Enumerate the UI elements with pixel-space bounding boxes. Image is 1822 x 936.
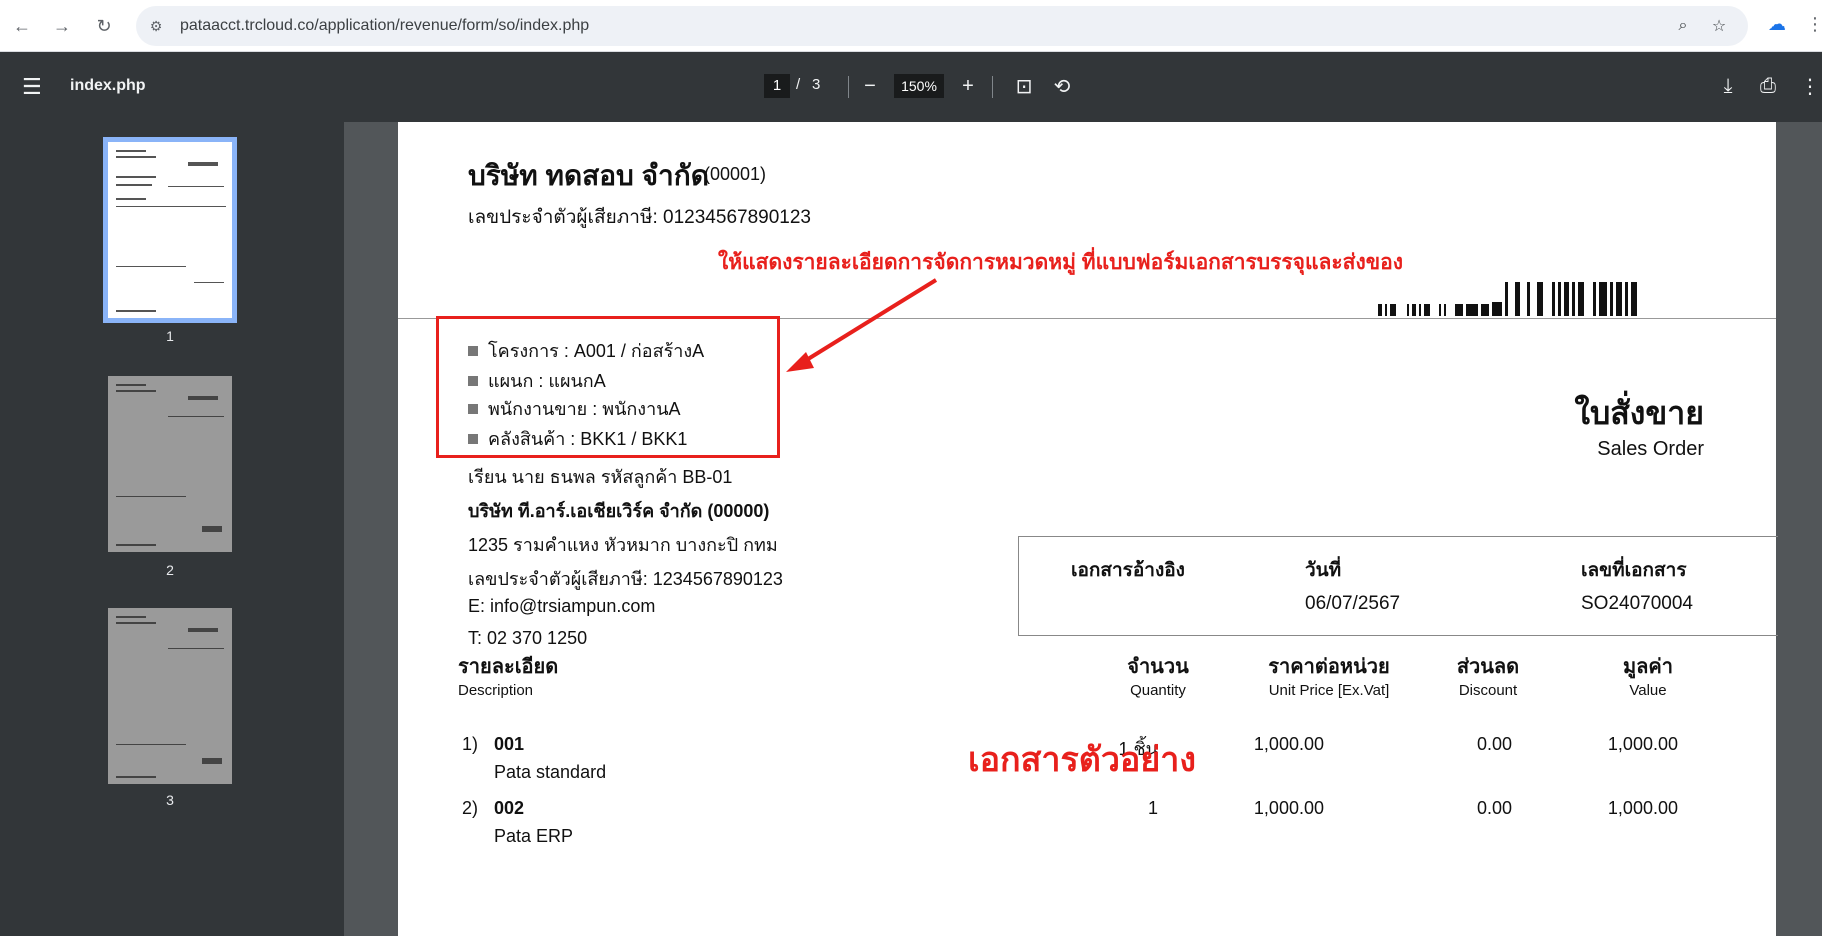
rotate-icon: ⟲ bbox=[1053, 75, 1071, 98]
customer-email: E: info@trsiampun.com bbox=[468, 596, 656, 616]
reference-label: เอกสารอ้างอิง bbox=[1071, 560, 1185, 581]
customer-company: บริษัท ที.อาร์.เอเชียเวิร์ค จำกัด (00000… bbox=[468, 501, 770, 521]
company-tax-id: เลขประจำตัวผู้เสียภาษี: 01234567890123 bbox=[468, 207, 811, 228]
item-name: Pata ERP bbox=[494, 826, 574, 846]
page-thumbnail-2[interactable] bbox=[108, 376, 232, 552]
site-info-icon[interactable]: ⚙ bbox=[146, 16, 166, 36]
company-code: (00001) bbox=[704, 164, 767, 184]
url-text[interactable]: pataacct.trcloud.co/application/revenue/… bbox=[180, 17, 589, 35]
column-description: รายละเอียด Description bbox=[458, 656, 559, 699]
thumbnail-label: 3 bbox=[166, 792, 174, 808]
column-value: มูลค่า Value bbox=[1622, 656, 1674, 699]
date-label: วันที่ bbox=[1305, 560, 1342, 581]
browser-toolbar: ← → ↻ ⚙ pataacct.trcloud.co/application/… bbox=[0, 0, 1822, 52]
document-title: ใบสั่งขาย bbox=[1574, 395, 1704, 431]
thumbnail-label: 2 bbox=[166, 562, 174, 578]
page-thumbnail-1[interactable] bbox=[103, 137, 237, 323]
customer-attn: เรียน นาย ธนพล รหัสลูกค้า BB-01 bbox=[468, 467, 733, 487]
item-name: Pata standard bbox=[494, 762, 607, 782]
column-quantity: จำนวน Quantity bbox=[1127, 656, 1189, 699]
zoom-level-input[interactable]: 150% bbox=[894, 74, 944, 98]
item-quantity: 1 bbox=[1147, 798, 1158, 818]
fit-page-icon: ⊡ bbox=[1015, 75, 1033, 98]
print-button[interactable]: ⎙ bbox=[1754, 72, 1782, 100]
document-viewer[interactable]: บริษัท ทดสอบ จำกัด (00001) เลขประจำตัวผู… bbox=[344, 122, 1822, 936]
document-number-value: SO24070004 bbox=[1581, 593, 1693, 614]
item-unit-price: 1,000.00 bbox=[1253, 798, 1324, 818]
item-code: 002 bbox=[494, 798, 525, 818]
item-value: 1,000.00 bbox=[1607, 734, 1678, 754]
back-button[interactable]: ← bbox=[8, 12, 36, 40]
company-name: บริษัท ทดสอบ จำกัด bbox=[468, 160, 709, 191]
column-discount: ส่วนลด Discount bbox=[1456, 656, 1520, 699]
arrow-left-icon: ← bbox=[13, 15, 31, 36]
fit-page-button[interactable]: ⊡ bbox=[1010, 72, 1038, 100]
file-name: index.php bbox=[70, 77, 146, 94]
download-button[interactable]: ⤓ bbox=[1714, 72, 1742, 100]
item-discount: 0.00 bbox=[1476, 798, 1512, 818]
zoom-icon[interactable]: ⌕ bbox=[1672, 15, 1694, 37]
address-bar[interactable]: ⚙ pataacct.trcloud.co/application/revenu… bbox=[136, 6, 1748, 46]
total-pages: 3 bbox=[812, 76, 821, 93]
item-unit-price: 1,000.00 bbox=[1253, 734, 1324, 754]
cloud-extension-icon[interactable]: ☁ bbox=[1768, 14, 1790, 36]
item-code: 001 bbox=[494, 734, 525, 754]
pdf-toolbar: ☰ index.php 1 / 3 − 150% + ⊡ ⟲ ⤓ ⎙ ⋮ bbox=[0, 52, 1822, 122]
reference-box: เอกสารอ้างอิง วันที่ 06/07/2567 เลขที่เอ… bbox=[1018, 536, 1778, 636]
customer-phone: T: 02 370 1250 bbox=[468, 628, 588, 648]
reload-button[interactable]: ↻ bbox=[90, 12, 118, 40]
page-number-input[interactable]: 1 bbox=[764, 74, 790, 98]
page-thumbnail-3[interactable] bbox=[108, 608, 232, 784]
document-number-label: เลขที่เอกสาร bbox=[1581, 560, 1687, 581]
toolbar-divider bbox=[992, 76, 993, 98]
column-unit-price: ราคาต่อหน่วย Unit Price [Ex.Vat] bbox=[1268, 656, 1390, 699]
print-icon: ⎙ bbox=[1760, 74, 1776, 97]
rotate-button[interactable]: ⟲ bbox=[1048, 72, 1076, 100]
reload-icon: ↻ bbox=[96, 15, 112, 36]
minus-icon: − bbox=[864, 74, 876, 97]
thumbnail-label: 1 bbox=[166, 328, 174, 344]
item-discount: 0.00 bbox=[1476, 734, 1512, 754]
date-value: 06/07/2567 bbox=[1305, 593, 1401, 614]
barcode bbox=[1378, 282, 1637, 316]
item-number: 2) bbox=[462, 798, 479, 818]
zoom-in-button[interactable]: + bbox=[954, 72, 982, 100]
thumbnail-sidebar: 1 2 3 bbox=[0, 122, 344, 936]
sample-document-watermark: เอกสารตัวอย่าง bbox=[968, 741, 1196, 779]
zoom-out-button[interactable]: − bbox=[856, 72, 884, 100]
document-subtitle: Sales Order bbox=[1597, 438, 1704, 460]
annotation-highlight-box bbox=[436, 316, 780, 458]
page-separator: / bbox=[796, 76, 801, 93]
plus-icon: + bbox=[962, 74, 974, 97]
customer-address: 1235 รามคำแหง หัวหมาก บางกะปิ กทม bbox=[468, 535, 778, 555]
annotation-note: ให้แสดงรายละเอียดการจัดการหมวดหมู่ ที่แบ… bbox=[718, 251, 1403, 274]
menu-icon[interactable]: ☰ bbox=[22, 74, 42, 100]
toolbar-divider bbox=[848, 76, 849, 98]
forward-button[interactable]: → bbox=[48, 12, 76, 40]
more-vert-icon: ⋮ bbox=[1800, 75, 1820, 98]
pdf-page: บริษัท ทดสอบ จำกัด (00001) เลขประจำตัวผู… bbox=[398, 122, 1778, 936]
arrow-right-icon: → bbox=[53, 15, 71, 36]
bookmark-star-icon[interactable]: ☆ bbox=[1708, 15, 1730, 37]
chrome-menu-icon[interactable]: ⋮ bbox=[1806, 14, 1822, 35]
item-value: 1,000.00 bbox=[1607, 798, 1678, 818]
item-number: 1) bbox=[462, 734, 479, 754]
download-icon: ⤓ bbox=[1723, 74, 1733, 97]
customer-tax-id: เลขประจำตัวผู้เสียภาษี: 1234567890123 bbox=[468, 569, 783, 589]
more-options-button[interactable]: ⋮ bbox=[1796, 72, 1822, 100]
